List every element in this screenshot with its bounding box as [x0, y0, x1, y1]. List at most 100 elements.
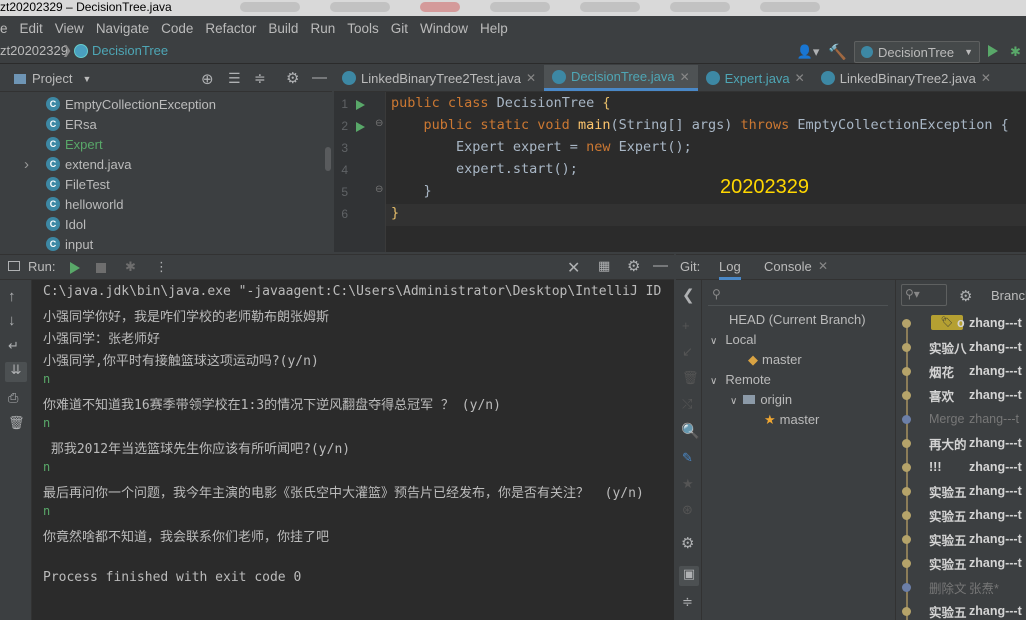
user-icon[interactable]: 👤▾ — [796, 44, 820, 60]
commit-row[interactable]: 烟花 zhang---t — [897, 359, 1026, 383]
commit-row[interactable]: 🏷 o zhang---t — [897, 311, 1026, 335]
locate-icon[interactable]: ⊕ — [201, 70, 214, 88]
close-icon[interactable]: ✕ — [680, 70, 690, 84]
collapse-all-icon[interactable]: ≑ — [254, 70, 266, 87]
editor-tab[interactable]: Expert.java ✕ — [698, 65, 813, 91]
editor-tab[interactable]: LinkedBinaryTree2Test.java ✕ — [334, 65, 544, 91]
merge-icon[interactable]: ⤭ — [682, 396, 692, 412]
debugger-icon[interactable]: ✱ — [125, 259, 136, 275]
commit-row[interactable]: !!! zhang---t — [897, 455, 1026, 479]
run-gutter-icon[interactable] — [356, 100, 365, 110]
arrow-up-icon[interactable]: ↑ — [8, 288, 16, 305]
commit-row[interactable]: 实验八 zhang---t — [897, 335, 1026, 359]
edit-icon[interactable]: ✎ — [682, 450, 693, 466]
branch-group-remote[interactable]: ∨ Remote — [710, 372, 771, 387]
tree-item[interactable]: C Idol — [30, 214, 86, 234]
layout-icon[interactable]: ▣ — [679, 566, 699, 586]
fold-icon[interactable]: ⊖ — [375, 184, 383, 195]
delete-icon[interactable]: 🗑 — [682, 370, 699, 386]
rerun-icon[interactable] — [70, 262, 80, 277]
tree-item[interactable]: › Cextend.java — [24, 154, 132, 174]
tree-item[interactable]: Cinput — [30, 234, 93, 254]
add-icon[interactable]: + — [682, 318, 690, 333]
branch-group-local[interactable]: ∨ Local — [710, 332, 756, 347]
minimize-icon[interactable]: — — [312, 69, 327, 86]
search-icon[interactable]: 🔍 — [681, 422, 700, 440]
gear-icon[interactable]: ⚙ — [286, 69, 299, 87]
pull-icon[interactable]: ↙ — [682, 344, 693, 360]
menu-item[interactable]: Navigate — [90, 21, 155, 36]
fold-icon[interactable]: ⊖ — [375, 118, 383, 129]
commit-row[interactable]: 实验五 zhang---t — [897, 599, 1026, 620]
tree-item[interactable]: Chelloworld — [30, 194, 124, 214]
settings-circle-icon[interactable]: ⊛ — [682, 502, 693, 518]
scroll-to-end-icon[interactable]: ⇊ — [5, 362, 27, 382]
project-scrollbar[interactable] — [325, 147, 331, 171]
tree-item[interactable]: C FileTest — [30, 174, 110, 194]
layout-icon[interactable]: ▦ — [598, 258, 610, 274]
stop-icon[interactable] — [96, 263, 106, 273]
more-options-icon[interactable]: ⋮ — [155, 259, 168, 275]
expand-all-icon[interactable]: ☰ — [228, 70, 241, 87]
collapse-all-icon[interactable]: ≑ — [682, 594, 693, 610]
menu-item[interactable]: Run — [304, 21, 341, 36]
commit-row[interactable]: 实验五 zhang---t — [897, 503, 1026, 527]
arrow-down-icon[interactable]: ↓ — [8, 312, 16, 329]
editor-tab[interactable]: LinkedBinaryTree2.java ✕ — [813, 65, 999, 91]
run-gutter-icon[interactable] — [356, 122, 365, 132]
branch-search-field[interactable]: ⚲ — [708, 284, 888, 306]
star-icon[interactable]: ★ — [682, 476, 694, 492]
project-panel-title[interactable]: Project — [32, 71, 72, 86]
branch-origin-master[interactable]: ★ master — [764, 412, 819, 428]
minimize-icon[interactable]: — — [653, 257, 668, 274]
tree-item[interactable]: C EmptyCollectionException — [30, 94, 216, 114]
breadcrumb-file[interactable]: DecisionTree — [92, 43, 168, 58]
breadcrumb-project[interactable]: zt20202329 — [0, 43, 68, 58]
menu-item[interactable]: View — [49, 21, 90, 36]
collapse-left-icon[interactable]: ❮ — [682, 286, 695, 304]
commit-row[interactable]: 实验五 zhang---t — [897, 479, 1026, 503]
menu-item[interactable]: Build — [262, 21, 304, 36]
chevron-right-icon[interactable]: › — [24, 156, 29, 173]
log-filter-input[interactable]: ⚲▾ — [901, 284, 947, 306]
debug-icon[interactable]: ✱ — [1010, 44, 1026, 60]
tab-log[interactable]: Log — [719, 259, 741, 280]
tree-item[interactable]: C Expert — [30, 134, 103, 154]
close-icon[interactable]: ✕ — [567, 258, 580, 278]
run-icon[interactable] — [988, 44, 1002, 60]
gear-icon[interactable]: ⚙ — [959, 287, 972, 305]
editor-tab[interactable]: DecisionTree.java ✕ — [544, 65, 698, 91]
menu-item[interactable]: Git — [385, 21, 414, 36]
menu-item[interactable]: Edit — [14, 21, 49, 36]
menu-item[interactable]: Window — [414, 21, 474, 36]
menu-item[interactable]: e — [0, 21, 14, 36]
branch-filter[interactable]: Branch — [991, 288, 1026, 303]
build-hammer-icon[interactable]: 🔨 — [828, 43, 847, 61]
print-icon[interactable]: ⎙ — [8, 390, 18, 406]
close-icon[interactable]: ✕ — [981, 71, 991, 85]
commit-row[interactable]: 实验五 zhang---t — [897, 527, 1026, 551]
branch-local-master[interactable]: ◆ master — [748, 352, 802, 368]
gear-icon[interactable]: ⚙ — [681, 534, 694, 552]
close-icon[interactable]: ✕ — [795, 71, 805, 85]
commit-row[interactable]: 再大的 zhang---t — [897, 431, 1026, 455]
console-output[interactable]: C:\java.jdk\bin\java.exe "-javaagent:C:\… — [32, 280, 674, 620]
chevron-down-icon[interactable]: ▼ — [82, 74, 91, 84]
run-config-select[interactable]: DecisionTree ▼ — [854, 41, 980, 63]
branch-group-origin[interactable]: ∨ origin — [730, 392, 792, 407]
commit-row[interactable]: 喜欢 zhang---t — [897, 383, 1026, 407]
branch-head[interactable]: HEAD (Current Branch) — [729, 312, 866, 327]
gear-icon[interactable]: ⚙ — [627, 257, 640, 275]
tree-item[interactable]: C ERsa — [30, 114, 97, 134]
commit-row[interactable]: 实验五 zhang---t — [897, 551, 1026, 575]
close-icon[interactable]: ✕ — [526, 71, 536, 85]
close-icon[interactable]: ✕ — [818, 259, 828, 273]
commit-row[interactable]: Merge zhang---t — [897, 407, 1026, 431]
commit-row[interactable]: 删除文 张焘* — [897, 575, 1026, 599]
menu-item[interactable]: Refactor — [199, 21, 262, 36]
menu-item[interactable]: Tools — [341, 21, 385, 36]
menu-item[interactable]: Code — [155, 21, 199, 36]
menu-item[interactable]: Help — [474, 21, 514, 36]
trash-icon[interactable]: 🗑 — [8, 415, 25, 431]
soft-wrap-icon[interactable]: ↵ — [8, 338, 19, 354]
